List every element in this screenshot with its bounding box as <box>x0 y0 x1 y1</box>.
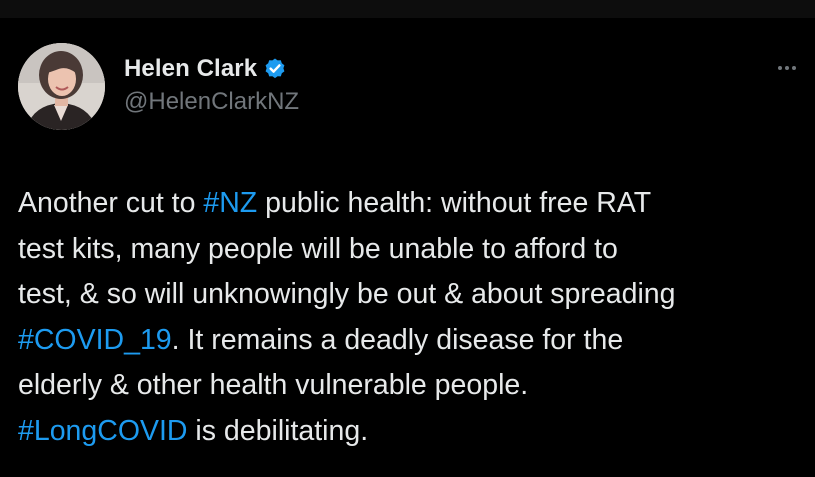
tweet-line: test, & so will unknowingly be out & abo… <box>18 278 676 311</box>
tweet-text: Another cut to #NZ public health: withou… <box>18 181 813 455</box>
avatar[interactable] <box>18 43 105 130</box>
tweet-line: Another cut to #NZ public health: withou… <box>18 181 813 227</box>
hashtag-link-nz[interactable]: #NZ <box>203 187 257 219</box>
hashtag-link-longcovid[interactable]: #LongCOVID <box>18 415 188 447</box>
more-dot <box>785 66 789 70</box>
more-dot <box>778 66 782 70</box>
tweet-text-segment: is debilitating. <box>187 414 369 447</box>
more-options-icon[interactable] <box>767 58 807 78</box>
avatar-photo <box>18 43 105 130</box>
author-handle[interactable]: @HelenClarkNZ <box>124 88 299 116</box>
hashtag-link-covid19[interactable]: #COVID_19 <box>18 324 172 356</box>
tweet-text-segment: public health: without free RAT <box>257 187 652 219</box>
tweet-text-segment: . It remains a deadly disease for the <box>171 323 624 356</box>
author-display-name[interactable]: Helen Clark <box>124 55 257 83</box>
tweet-line: test kits, many people will be unable to… <box>18 232 618 265</box>
tweet-line: #COVID_19. It remains a deadly disease f… <box>18 318 813 364</box>
more-dot <box>792 66 796 70</box>
tweet-line: elderly & other health vulnerable people… <box>18 369 529 402</box>
tweet-line: #LongCOVID is debilitating. <box>18 409 813 455</box>
tweet-text-segment: Another cut to <box>18 187 204 219</box>
verified-badge-icon[interactable] <box>263 57 287 81</box>
author-name-row: Helen Clark <box>124 54 287 84</box>
top-bar-strip <box>0 0 815 18</box>
